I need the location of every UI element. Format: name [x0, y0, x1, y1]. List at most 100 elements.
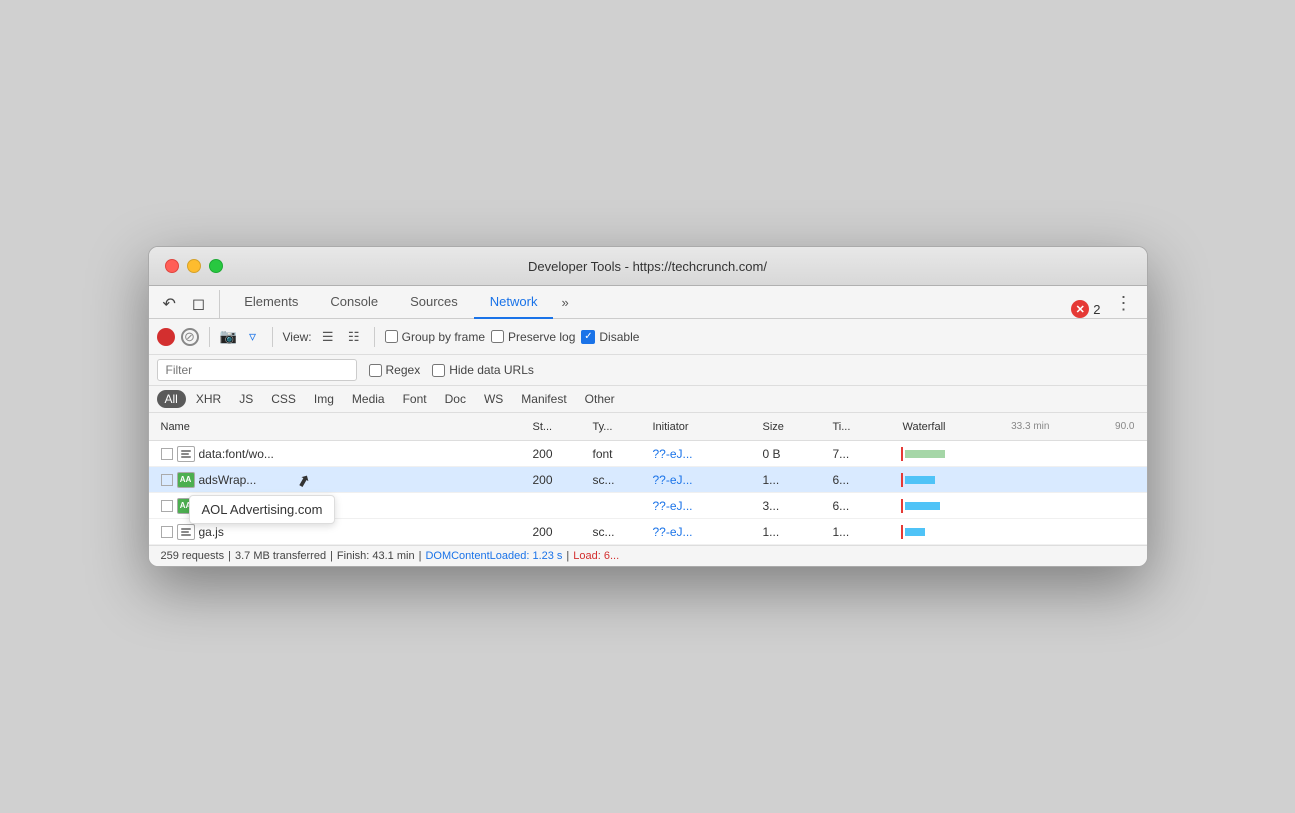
- type-filter-css[interactable]: CSS: [263, 390, 304, 408]
- finish-time: Finish: 43.1 min: [337, 550, 415, 562]
- camera-icon[interactable]: 📷: [220, 328, 238, 346]
- row-type: sc...: [589, 473, 649, 487]
- row-waterfall: [899, 525, 1139, 539]
- type-filter-js[interactable]: JS: [231, 390, 261, 408]
- maximize-button[interactable]: [209, 259, 223, 273]
- title-bar: Developer Tools - https://techcrunch.com…: [149, 247, 1147, 286]
- hide-data-urls-label[interactable]: Hide data URLs: [432, 363, 534, 377]
- group-by-frame-label[interactable]: Group by frame: [385, 330, 485, 344]
- toolbar-divider: [209, 327, 210, 347]
- type-filter-doc[interactable]: Doc: [437, 390, 474, 408]
- network-toolbar: ⊘ 📷 ▿ View: ☰ ☷ Group by frame Preserve …: [149, 319, 1147, 355]
- disable-cache-label[interactable]: ✓ Disable: [581, 330, 639, 344]
- header-time[interactable]: Ti...: [829, 421, 899, 433]
- waterfall-line: [901, 447, 903, 461]
- cursor-icon: ⬈: [294, 472, 312, 488]
- type-filter-other[interactable]: Other: [577, 390, 623, 408]
- row-waterfall: [899, 499, 1139, 513]
- preserve-log-label[interactable]: Preserve log: [491, 330, 575, 344]
- type-filter-bar: All XHR JS CSS Img Media Font Doc WS Man…: [149, 386, 1147, 413]
- row-time: 6...: [829, 499, 899, 513]
- waterfall-bar: [905, 450, 945, 458]
- waterfall-line: [901, 473, 903, 487]
- row-initiator: ??-eJ...: [649, 499, 759, 513]
- row-name-cell: data:font/wo...: [157, 446, 529, 462]
- row-name-cell: ga.js: [157, 524, 529, 540]
- devtools-window: Developer Tools - https://techcrunch.com…: [148, 246, 1148, 567]
- type-filter-ws[interactable]: WS: [476, 390, 511, 408]
- clear-button[interactable]: ⊘: [181, 328, 199, 346]
- preserve-log-checkbox[interactable]: [491, 330, 504, 343]
- row-checkbox[interactable]: [161, 500, 173, 512]
- device-toolbar-button[interactable]: ◻: [186, 290, 211, 318]
- tooltip-popup: AOL Advertising.com: [189, 495, 336, 524]
- record-button[interactable]: [157, 328, 175, 346]
- row-size: 1...: [759, 473, 829, 487]
- waterfall-bar: [905, 528, 925, 536]
- row-status: 200: [529, 447, 589, 461]
- tab-bar: ↶ ◻ Elements Console Sources Network » ✕…: [149, 286, 1147, 319]
- more-options-button[interactable]: ⋮: [1109, 289, 1139, 318]
- minimize-button[interactable]: [187, 259, 201, 273]
- row-size: 1...: [759, 525, 829, 539]
- type-filter-media[interactable]: Media: [344, 390, 393, 408]
- hide-data-urls-checkbox[interactable]: [432, 364, 445, 377]
- row-checkbox[interactable]: [161, 474, 173, 486]
- row-initiator: ??-eJ...: [649, 525, 759, 539]
- type-filter-manifest[interactable]: Manifest: [513, 390, 574, 408]
- doc-type-icon: [177, 524, 195, 540]
- row-checkbox[interactable]: [161, 448, 173, 460]
- tooltip-text: AOL Advertising.com: [202, 502, 323, 517]
- tab-sources[interactable]: Sources: [394, 286, 474, 319]
- disable-cache-checkbox-icon: ✓: [581, 330, 595, 344]
- error-badge: ✕ 2: [1071, 300, 1100, 318]
- tab-elements[interactable]: Elements: [228, 286, 314, 319]
- table-row[interactable]: data:font/wo... 200 font ??-eJ... 0 B 7.…: [149, 441, 1147, 467]
- header-initiator[interactable]: Initiator: [649, 421, 759, 433]
- group-view-button[interactable]: ☷: [344, 329, 364, 345]
- row-status: 200: [529, 525, 589, 539]
- type-filter-xhr[interactable]: XHR: [188, 390, 229, 408]
- transferred-size: 3.7 MB transferred: [235, 550, 326, 562]
- header-type[interactable]: Ty...: [589, 421, 649, 433]
- header-size[interactable]: Size: [759, 421, 829, 433]
- row-name: ga.js: [199, 525, 224, 539]
- aa-type-icon: AA: [177, 472, 195, 488]
- view-label: View:: [283, 330, 312, 344]
- row-checkbox[interactable]: [161, 526, 173, 538]
- row-time: 6...: [829, 473, 899, 487]
- header-status[interactable]: St...: [529, 421, 589, 433]
- header-waterfall: Waterfall 33.3 min 90.0: [899, 421, 1139, 433]
- row-name: data:font/wo...: [199, 447, 274, 461]
- group-by-frame-checkbox[interactable]: [385, 330, 398, 343]
- type-filter-font[interactable]: Font: [395, 390, 435, 408]
- list-view-button[interactable]: ☰: [318, 329, 338, 345]
- regex-label[interactable]: Regex: [369, 363, 421, 377]
- traffic-lights: [165, 259, 223, 273]
- select-tool-button[interactable]: ↶: [157, 290, 182, 318]
- type-filter-img[interactable]: Img: [306, 390, 342, 408]
- tab-overflow[interactable]: »: [553, 287, 576, 318]
- close-button[interactable]: [165, 259, 179, 273]
- dom-content-loaded: DOMContentLoaded: 1.23 s: [425, 550, 562, 562]
- type-filter-all[interactable]: All: [157, 390, 186, 408]
- filter-bar: Regex Hide data URLs: [149, 355, 1147, 386]
- filter-icon[interactable]: ▿: [244, 328, 262, 346]
- tab-console[interactable]: Console: [314, 286, 394, 319]
- waterfall-bar: [905, 476, 935, 484]
- toolbar-divider-3: [374, 327, 375, 347]
- row-type: sc...: [589, 525, 649, 539]
- table-row[interactable]: AA adsWrap... ⬈ 200 sc... ??-eJ... 1... …: [149, 467, 1147, 493]
- row-status: 200: [529, 473, 589, 487]
- header-name[interactable]: Name: [157, 421, 529, 433]
- requests-count: 259 requests: [161, 550, 225, 562]
- regex-checkbox[interactable]: [369, 364, 382, 377]
- row-initiator: ??-eJ...: [649, 447, 759, 461]
- status-bar: 259 requests | 3.7 MB transferred | Fini…: [149, 545, 1147, 566]
- row-size: 0 B: [759, 447, 829, 461]
- doc-type-icon: [177, 446, 195, 462]
- row-time: 7...: [829, 447, 899, 461]
- tab-network[interactable]: Network: [474, 286, 554, 319]
- filter-input[interactable]: [157, 359, 357, 381]
- waterfall-bar: [905, 502, 940, 510]
